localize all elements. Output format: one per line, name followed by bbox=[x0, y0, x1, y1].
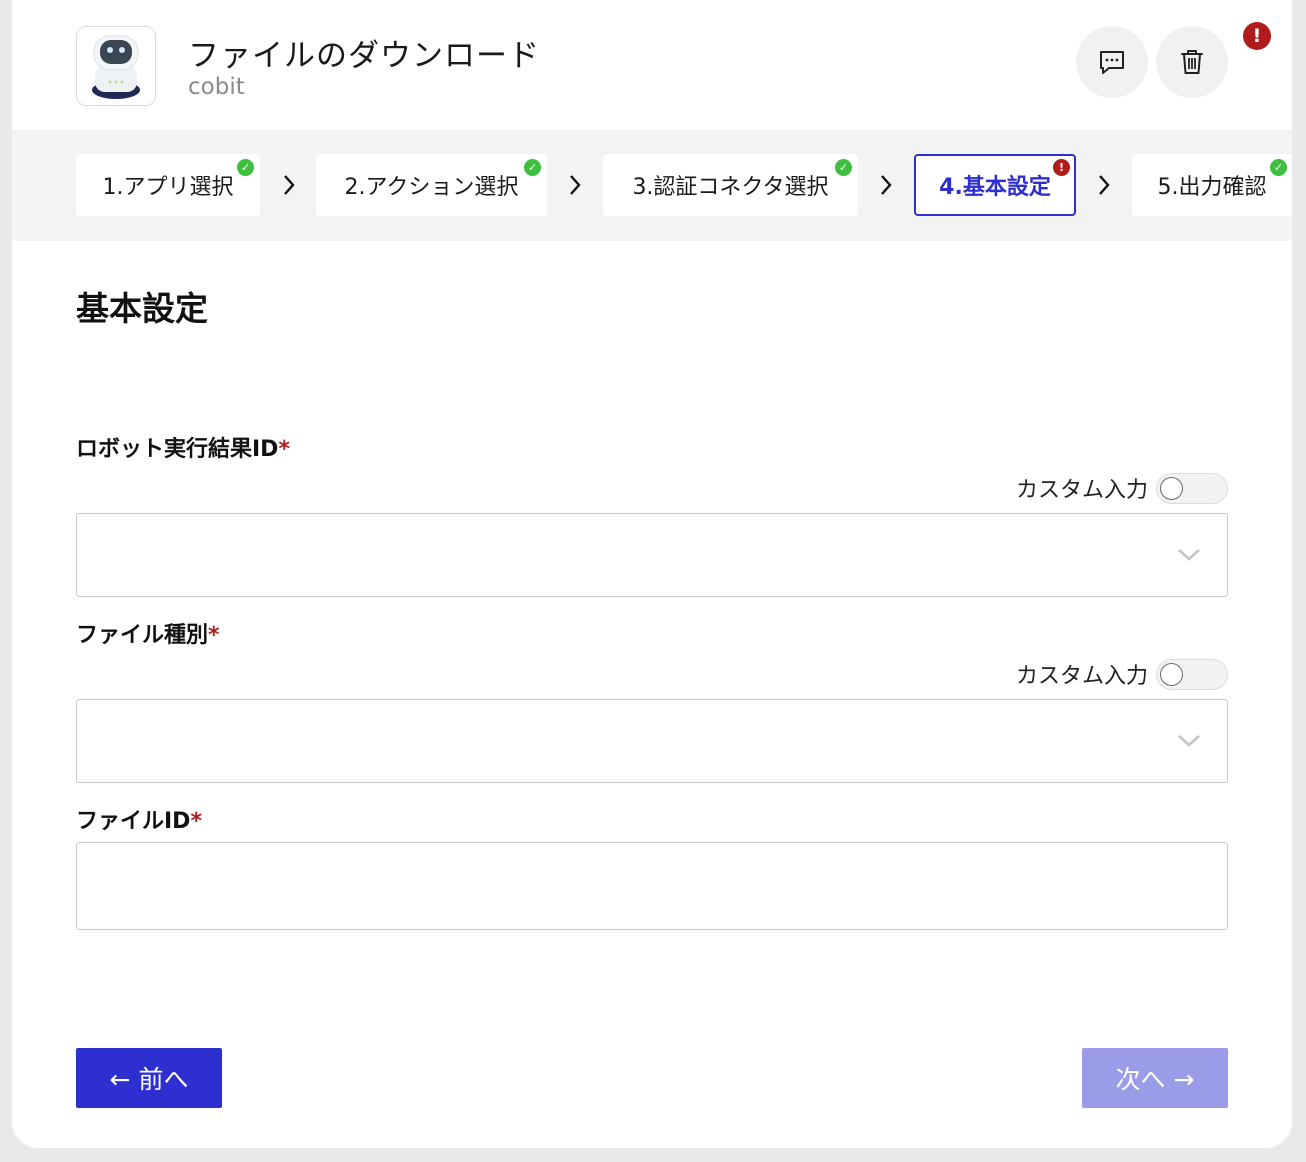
step-basic-settings[interactable]: 4.基本設定 ! bbox=[914, 154, 1076, 216]
error-badge: ! bbox=[1243, 22, 1271, 50]
chevron-right-icon bbox=[1099, 175, 1110, 195]
next-button[interactable]: 次へ → bbox=[1082, 1048, 1228, 1108]
chevron-right-icon bbox=[284, 175, 295, 195]
prev-button[interactable]: ← 前へ bbox=[76, 1048, 222, 1108]
file-type-select[interactable] bbox=[76, 699, 1228, 783]
custom-input-row: カスタム入力 bbox=[1016, 472, 1228, 504]
custom-input-label: カスタム入力 bbox=[1015, 664, 1148, 689]
section-title: 基本設定 bbox=[76, 289, 208, 328]
chevron-down-icon bbox=[1178, 735, 1200, 747]
main-card: ファイルのダウンロード cobit ! 1.アプリ選択 ✓ 2.アクション選択 … bbox=[12, 0, 1292, 1148]
custom-input-row: カスタム入力 bbox=[1016, 658, 1228, 690]
comment-button[interactable] bbox=[1076, 26, 1148, 98]
stepper: 1.アプリ選択 ✓ 2.アクション選択 ✓ 3.認証コネクタ選択 ✓ 4.基本設… bbox=[12, 130, 1292, 241]
app-name: cobit bbox=[188, 74, 245, 100]
robot-icon bbox=[76, 26, 156, 106]
custom-input-toggle[interactable] bbox=[1156, 472, 1228, 504]
field-label-file-type: ファイル種別* bbox=[76, 617, 220, 649]
check-icon: ✓ bbox=[237, 159, 254, 176]
field-label-file-id: ファイルID* bbox=[76, 803, 202, 835]
required-mark: * bbox=[190, 809, 202, 834]
chevron-down-icon bbox=[1178, 549, 1200, 561]
chevron-right-icon bbox=[570, 175, 581, 195]
trash-icon bbox=[1181, 50, 1203, 74]
step-label: 5.出力確認 bbox=[1157, 175, 1267, 200]
field-label-robot-result-id: ロボット実行結果ID* bbox=[76, 431, 290, 463]
step-label: 2.アクション選択 bbox=[344, 175, 519, 200]
step-app-select[interactable]: 1.アプリ選択 ✓ bbox=[76, 154, 260, 216]
file-id-input[interactable] bbox=[76, 842, 1228, 930]
chevron-right-icon bbox=[881, 175, 892, 195]
custom-input-toggle[interactable] bbox=[1156, 658, 1228, 690]
toggle-knob bbox=[1160, 662, 1183, 686]
check-icon: ✓ bbox=[835, 159, 852, 176]
step-label: 1.アプリ選択 bbox=[102, 175, 234, 200]
robot-result-id-select[interactable] bbox=[76, 513, 1228, 597]
custom-input-label: カスタム入力 bbox=[1015, 478, 1148, 503]
step-output-confirm[interactable]: 5.出力確認 ✓ bbox=[1132, 154, 1292, 216]
step-label: 3.認証コネクタ選択 bbox=[632, 175, 829, 200]
delete-button[interactable] bbox=[1156, 26, 1228, 98]
comment-icon bbox=[1100, 51, 1124, 74]
step-label: 4.基本設定 bbox=[939, 175, 1051, 200]
check-icon: ✓ bbox=[524, 159, 541, 176]
required-mark: * bbox=[278, 437, 290, 462]
field-label-text: ロボット実行結果ID bbox=[76, 437, 279, 462]
error-icon: ! bbox=[1053, 159, 1070, 176]
page-title: ファイルのダウンロード bbox=[188, 38, 540, 74]
step-action-select[interactable]: 2.アクション選択 ✓ bbox=[316, 154, 547, 216]
required-mark: * bbox=[208, 623, 220, 648]
step-connector-select[interactable]: 3.認証コネクタ選択 ✓ bbox=[603, 154, 858, 216]
check-icon: ✓ bbox=[1270, 159, 1287, 176]
field-label-text: ファイルID bbox=[76, 809, 191, 834]
toggle-knob bbox=[1160, 476, 1183, 500]
field-label-text: ファイル種別 bbox=[76, 623, 209, 648]
